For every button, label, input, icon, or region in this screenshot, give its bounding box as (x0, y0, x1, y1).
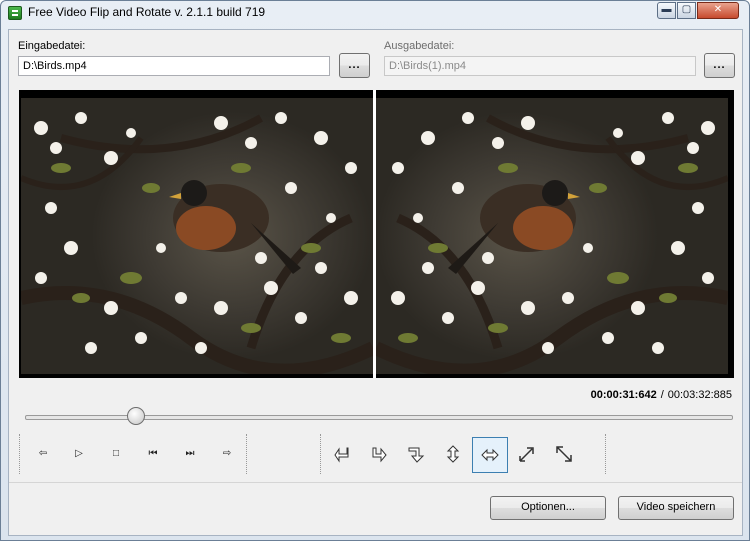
seek-thumb[interactable] (127, 407, 146, 425)
total-time: 00:03:32:885 (667, 389, 732, 401)
output-browse-button[interactable]: ... (704, 53, 735, 78)
divider-line (9, 482, 742, 483)
skip-start-icon: ⏮ (148, 448, 158, 459)
skip-end-icon: ⏭ (185, 448, 195, 459)
diagonal-down-icon (556, 446, 572, 462)
rotate-right-button[interactable] (361, 437, 397, 473)
diagonal-up-button[interactable] (509, 437, 545, 473)
toolbar-separator (19, 434, 20, 474)
time-display: 00:00:31:642/00:03:32:885 (591, 389, 732, 401)
main-panel: Eingabedatei: D:\Birds.mp4 ... Ausgabeda… (8, 29, 743, 536)
app-icon (8, 6, 22, 20)
input-file-field[interactable]: D:\Birds.mp4 (18, 56, 330, 76)
original-frame (21, 98, 373, 374)
input-file-label: Eingabedatei: (18, 40, 86, 52)
close-button[interactable]: ✕ (697, 2, 739, 19)
maximize-button[interactable]: ▢ (677, 2, 696, 19)
rotate-left-icon (334, 447, 349, 463)
rotate-down-icon (408, 447, 425, 463)
save-video-button[interactable]: Video speichern (618, 496, 734, 520)
toolbar-separator (320, 434, 321, 474)
play-button[interactable]: ▷ (61, 437, 97, 473)
flip-vertical-button[interactable] (435, 437, 471, 473)
flipped-frame (376, 98, 728, 374)
flip-vertical-icon (446, 445, 460, 463)
input-browse-button[interactable]: ... (339, 53, 370, 78)
window-title: Free Video Flip and Rotate v. 2.1.1 buil… (28, 5, 266, 19)
title-bar[interactable]: Free Video Flip and Rotate v. 2.1.1 buil… (1, 1, 749, 23)
next-frame-button[interactable]: ⇨ (209, 437, 245, 473)
rotate-right-icon (372, 447, 387, 463)
diagonal-down-button[interactable] (546, 437, 582, 473)
skip-end-button[interactable]: ⏭ (172, 437, 208, 473)
flip-horizontal-icon (481, 448, 499, 462)
output-file-label: Ausgabedatei: (384, 40, 455, 52)
prev-frame-button[interactable]: ⇦ (25, 437, 61, 473)
next-frame-icon: ⇨ (222, 448, 232, 459)
rotate-down-button[interactable] (398, 437, 434, 473)
time-separator: / (660, 389, 664, 401)
stop-icon: □ (112, 448, 120, 459)
play-icon: ▷ (75, 448, 83, 459)
current-time: 00:00:31:642 (590, 389, 657, 401)
minimize-button[interactable]: ▬ (657, 2, 676, 19)
flip-horizontal-button[interactable] (472, 437, 508, 473)
output-file-field[interactable]: D:\Birds(1).mp4 (384, 56, 696, 76)
rotate-left-button[interactable] (324, 437, 360, 473)
stop-button[interactable]: □ (98, 437, 134, 473)
app-window: Free Video Flip and Rotate v. 2.1.1 buil… (0, 0, 750, 541)
toolbar-separator (605, 434, 606, 474)
toolbar-separator (246, 434, 247, 474)
video-preview (19, 90, 734, 378)
options-button[interactable]: Optionen... (490, 496, 606, 520)
prev-frame-icon: ⇦ (38, 448, 48, 459)
skip-start-button[interactable]: ⏮ (135, 437, 171, 473)
diagonal-up-icon (519, 447, 534, 462)
